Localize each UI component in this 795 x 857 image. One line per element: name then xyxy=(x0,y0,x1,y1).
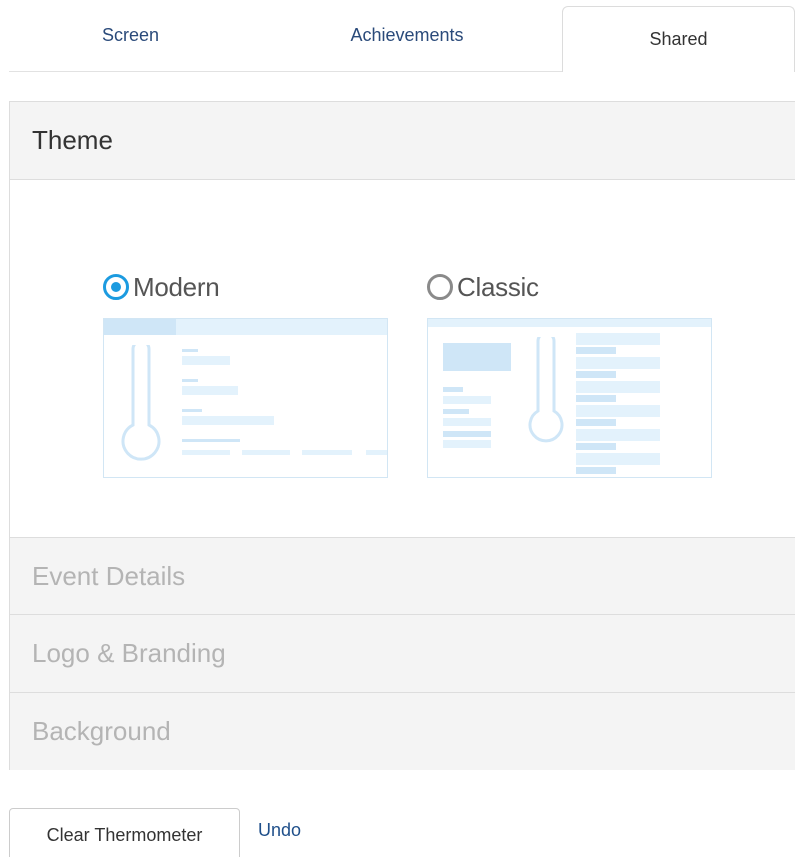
background-title: Background xyxy=(32,716,171,746)
clear-thermometer-button[interactable]: Clear Thermometer xyxy=(9,808,240,857)
classic-label: Classic xyxy=(457,271,539,302)
background-section-header[interactable]: Background xyxy=(10,693,795,770)
undo-link[interactable]: Undo xyxy=(258,820,301,841)
modern-label: Modern xyxy=(133,271,220,302)
thermometer-icon xyxy=(121,345,161,461)
radio-unchecked-icon[interactable] xyxy=(427,274,453,300)
radio-checked-icon[interactable] xyxy=(103,274,129,300)
event-details-section-header[interactable]: Event Details xyxy=(10,537,795,615)
classic-radio-row[interactable]: Classic xyxy=(427,267,712,307)
theme-section-header[interactable]: Theme xyxy=(10,102,795,180)
modern-radio-row[interactable]: Modern xyxy=(103,267,388,307)
logo-branding-section-header[interactable]: Logo & Branding xyxy=(10,615,795,693)
theme-option-classic[interactable]: Classic xyxy=(427,267,712,478)
settings-accordion: Theme Modern Classic Event Details Logo … xyxy=(9,101,795,770)
event-details-title: Event Details xyxy=(32,560,186,591)
tab-bar: Screen Achievements Shared xyxy=(9,0,795,72)
tab-shared[interactable]: Shared xyxy=(562,6,795,72)
classic-theme-preview[interactable] xyxy=(427,318,712,478)
theme-section-title: Theme xyxy=(32,125,113,155)
modern-theme-preview[interactable] xyxy=(103,318,388,478)
theme-option-modern[interactable]: Modern xyxy=(103,267,388,478)
logo-branding-title: Logo & Branding xyxy=(32,638,226,668)
thermometer-icon xyxy=(528,337,564,443)
tab-screen[interactable]: Screen xyxy=(9,0,252,72)
thermometer-settings-page: Screen Achievements Shared Theme Modern xyxy=(0,0,795,857)
tab-achievements[interactable]: Achievements xyxy=(252,0,562,72)
